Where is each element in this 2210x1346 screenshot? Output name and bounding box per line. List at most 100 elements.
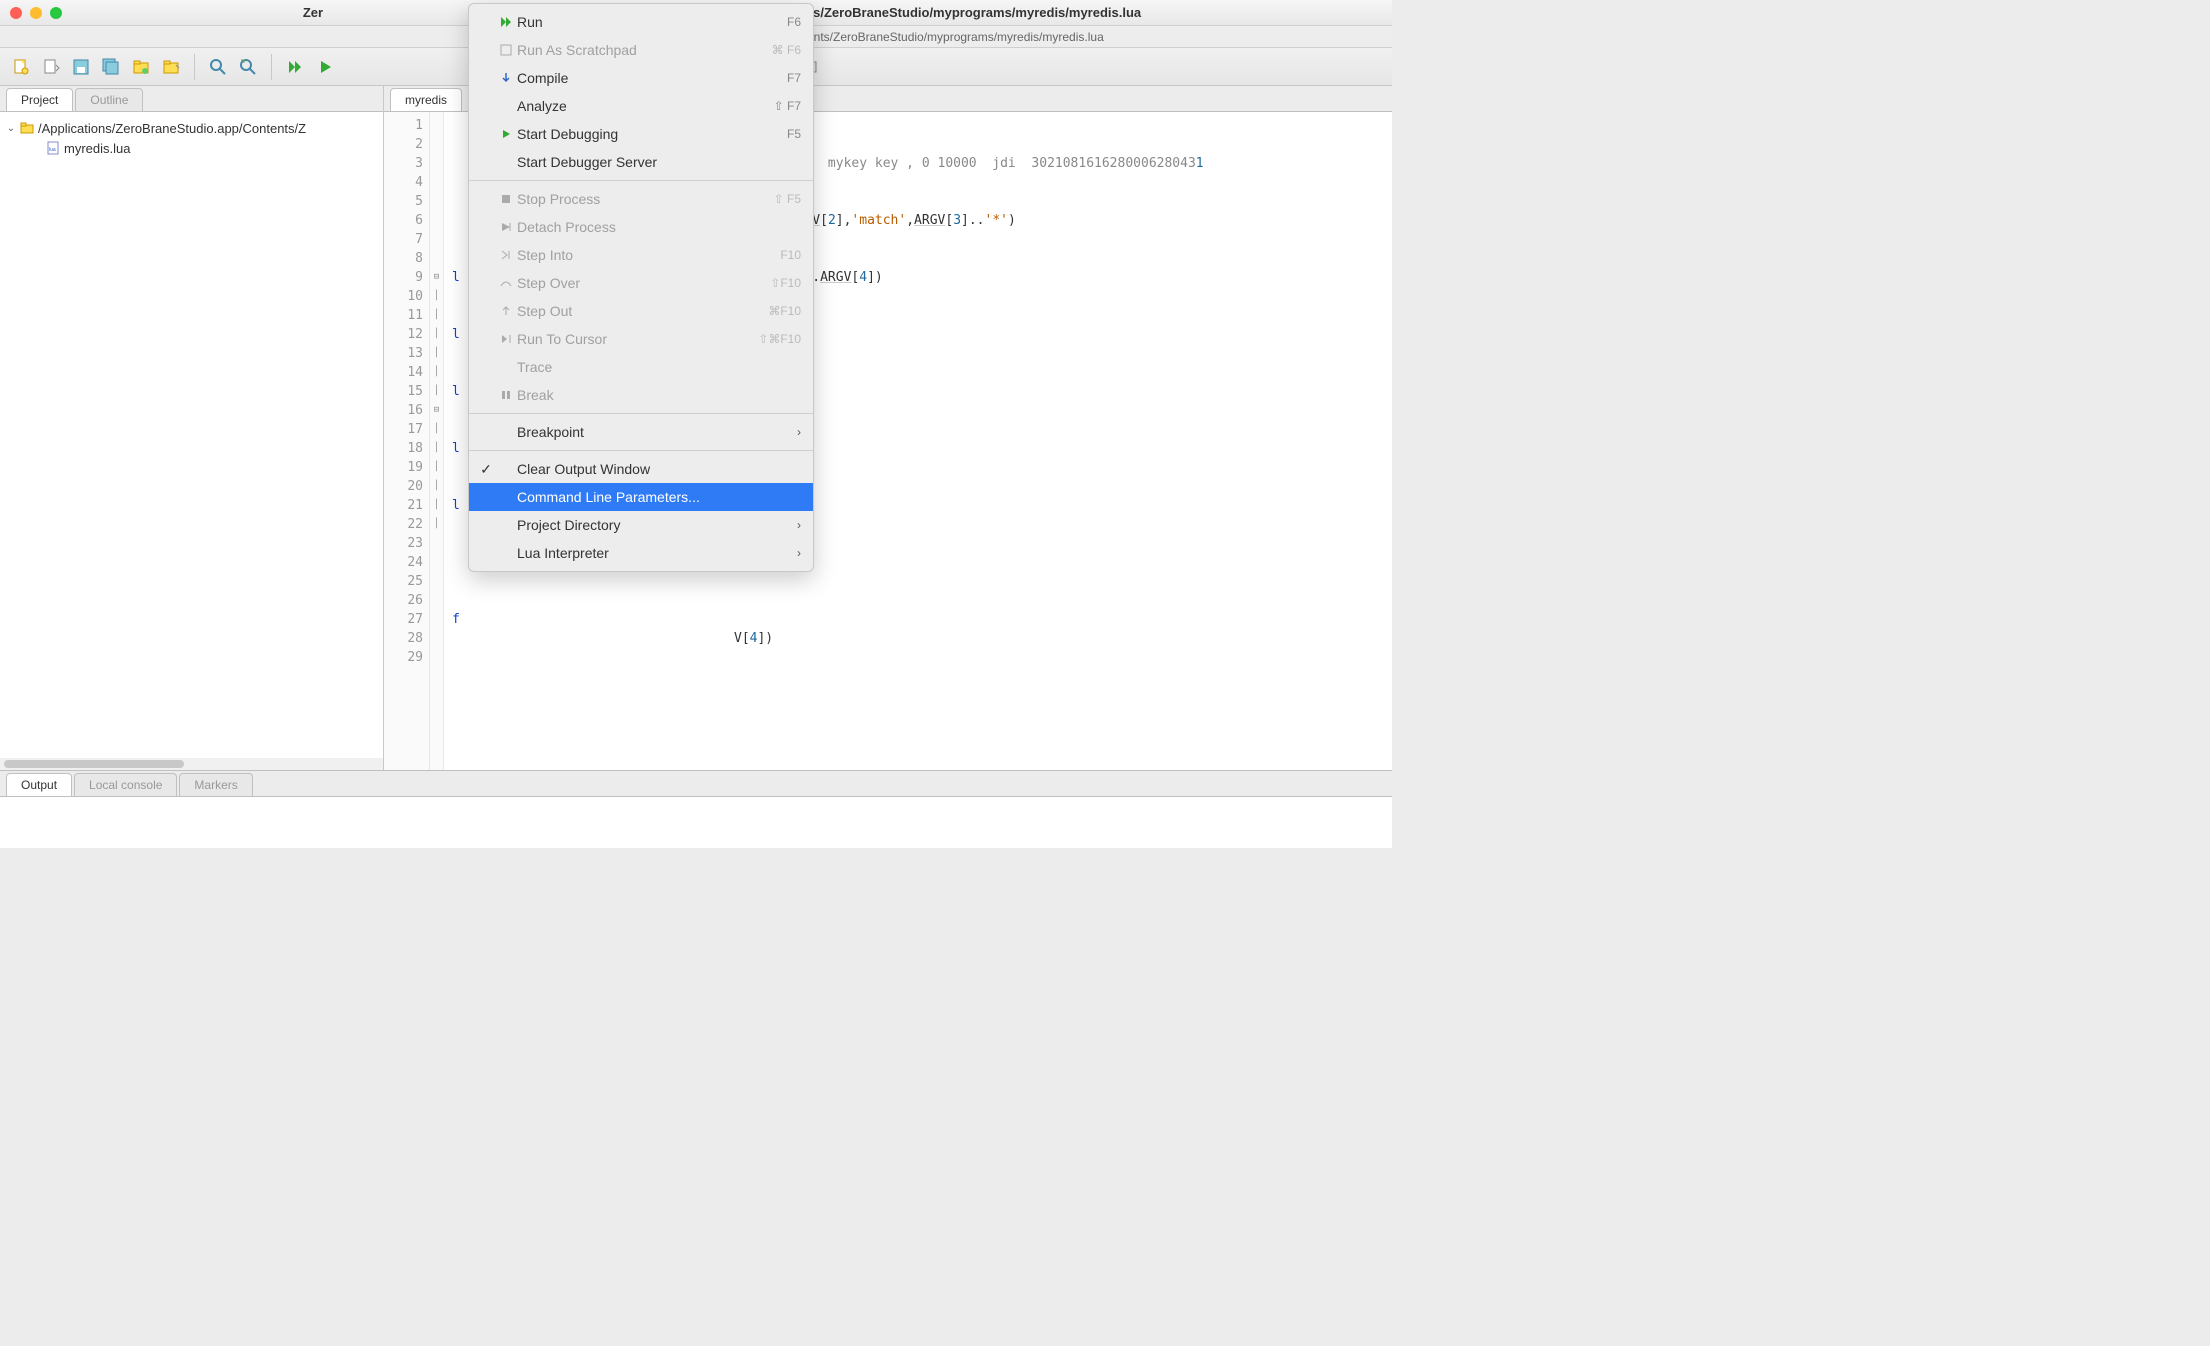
menu-separator — [469, 413, 813, 414]
minimize-window-button[interactable] — [30, 7, 42, 19]
tab-local-console[interactable]: Local console — [74, 773, 177, 796]
line-number: 2 — [384, 135, 423, 154]
line-number: 26 — [384, 591, 423, 610]
menu-item-label: Break — [517, 387, 801, 403]
stepinto-icon — [495, 248, 517, 262]
fold-marker: │ — [430, 477, 443, 496]
scratchpad-icon — [495, 43, 517, 57]
folder-icon — [18, 121, 36, 135]
tab-output[interactable]: Output — [6, 773, 72, 796]
project-from-file-button[interactable] — [128, 54, 154, 80]
fold-gutter[interactable]: ⊟││││││⊟││││││ — [430, 112, 444, 770]
menu-item-analyze[interactable]: Analyze⇧ F7 — [469, 92, 813, 120]
line-number: 13 — [384, 344, 423, 363]
tab-markers[interactable]: Markers — [179, 773, 252, 796]
menu-item-project-directory[interactable]: Project Directory› — [469, 511, 813, 539]
line-number: 11 — [384, 306, 423, 325]
menu-item-command-line-parameters[interactable]: Command Line Parameters... — [469, 483, 813, 511]
project-dir-button[interactable] — [158, 54, 184, 80]
menu-item-compile[interactable]: CompileF7 — [469, 64, 813, 92]
tree-file-label: myredis.lua — [64, 141, 130, 156]
fold-marker: │ — [430, 287, 443, 306]
menu-item-label: Clear Output Window — [517, 461, 801, 477]
line-number: 20 — [384, 477, 423, 496]
menu-separator — [469, 450, 813, 451]
menu-item-label: Breakpoint — [517, 424, 797, 440]
tree-file[interactable]: lua myredis.lua — [4, 138, 379, 158]
stepout-icon — [495, 304, 517, 318]
window-controls — [10, 7, 62, 19]
svg-text:lua: lua — [49, 147, 56, 153]
editor-tab[interactable]: myredis — [390, 88, 462, 111]
bottom-panel: Output Local console Markers — [0, 770, 1392, 848]
menu-item-label: Analyze — [517, 98, 774, 114]
fold-marker — [430, 116, 443, 135]
lua-file-icon: lua — [44, 141, 62, 155]
menu-item-breakpoint[interactable]: Breakpoint› — [469, 418, 813, 446]
output-area[interactable] — [0, 797, 1392, 848]
fold-marker — [430, 173, 443, 192]
save-all-button[interactable] — [98, 54, 124, 80]
line-number: 9 — [384, 268, 423, 287]
fold-marker — [430, 154, 443, 173]
menu-item-label: Start Debugging — [517, 126, 787, 142]
menu-item-stop-process: Stop Process⇧ F5 — [469, 185, 813, 213]
menu-shortcut: F10 — [780, 248, 801, 262]
sidebar: Project Outline ⌄ /Applications/ZeroBran… — [0, 86, 384, 770]
fold-marker[interactable]: ⊟ — [430, 268, 443, 287]
line-number: 6 — [384, 211, 423, 230]
menu-shortcut: ⇧⌘F10 — [758, 332, 801, 346]
open-file-button[interactable] — [38, 54, 64, 80]
fold-marker: │ — [430, 496, 443, 515]
runtocursor-icon — [495, 332, 517, 346]
break-icon — [495, 388, 517, 402]
zoom-window-button[interactable] — [50, 7, 62, 19]
line-number: 10 — [384, 287, 423, 306]
menu-shortcut: ⌘F10 — [768, 304, 801, 318]
tab-project[interactable]: Project — [6, 88, 73, 111]
tree-root[interactable]: ⌄ /Applications/ZeroBraneStudio.app/Cont… — [4, 118, 379, 138]
expand-icon[interactable]: ⌄ — [4, 123, 18, 134]
menu-item-run[interactable]: RunF6 — [469, 8, 813, 36]
fold-marker — [430, 192, 443, 211]
menu-item-step-out: Step Out⌘F10 — [469, 297, 813, 325]
menu-item-label: Trace — [517, 359, 801, 375]
menu-item-lua-interpreter[interactable]: Lua Interpreter› — [469, 539, 813, 567]
sidebar-scrollbar[interactable] — [0, 758, 383, 770]
line-number: 8 — [384, 249, 423, 268]
compile-icon — [495, 71, 517, 85]
menu-shortcut: F6 — [787, 15, 801, 29]
menu-item-label: Stop Process — [517, 191, 774, 207]
menu-item-step-into: Step IntoF10 — [469, 241, 813, 269]
menu-item-start-debugger-server[interactable]: Start Debugger Server — [469, 148, 813, 176]
line-number: 22 — [384, 515, 423, 534]
fold-marker[interactable]: ⊟ — [430, 401, 443, 420]
menu-separator — [469, 180, 813, 181]
debug-button[interactable] — [312, 54, 338, 80]
line-number: 25 — [384, 572, 423, 591]
submenu-arrow-icon: › — [797, 425, 801, 439]
close-window-button[interactable] — [10, 7, 22, 19]
save-button[interactable] — [68, 54, 94, 80]
tab-outline[interactable]: Outline — [75, 88, 143, 111]
fold-marker: │ — [430, 363, 443, 382]
line-number: 3 — [384, 154, 423, 173]
fold-marker — [430, 572, 443, 591]
menu-item-label: Lua Interpreter — [517, 545, 797, 561]
replace-button[interactable] — [235, 54, 261, 80]
find-button[interactable] — [205, 54, 231, 80]
menu-item-label: Command Line Parameters... — [517, 489, 801, 505]
menu-shortcut: ⇧ F7 — [774, 99, 801, 113]
debug-icon — [495, 127, 517, 141]
menu-item-start-debugging[interactable]: Start DebuggingF5 — [469, 120, 813, 148]
run-button[interactable] — [282, 54, 308, 80]
menu-item-label: Detach Process — [517, 219, 801, 235]
project-tree[interactable]: ⌄ /Applications/ZeroBraneStudio.app/Cont… — [0, 112, 383, 758]
tree-root-label: /Applications/ZeroBraneStudio.app/Conten… — [38, 121, 306, 136]
menu-shortcut: F7 — [787, 71, 801, 85]
fold-marker — [430, 553, 443, 572]
menu-item-step-over: Step Over⇧F10 — [469, 269, 813, 297]
menu-shortcut: ⇧F10 — [770, 276, 801, 290]
new-file-button[interactable] — [8, 54, 34, 80]
menu-item-clear-output-window[interactable]: ✓Clear Output Window — [469, 455, 813, 483]
